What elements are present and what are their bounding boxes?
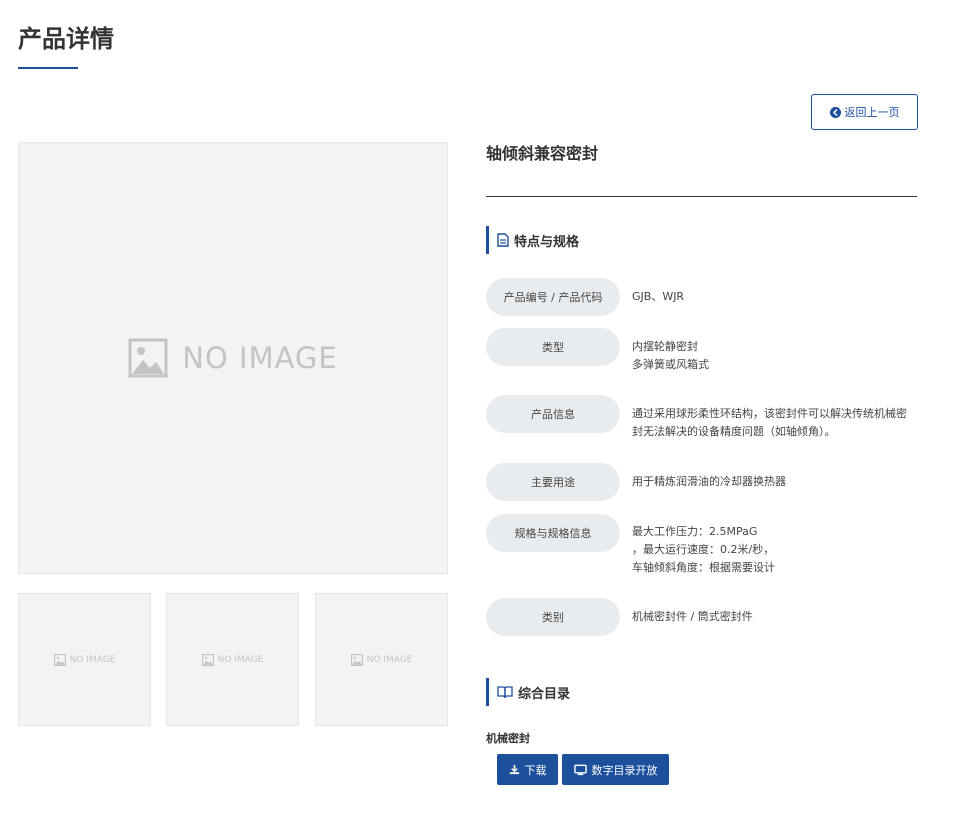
thumb-placeholder: NO IMAGE (201, 653, 264, 666)
no-image-placeholder: NO IMAGE (128, 338, 337, 378)
image-placeholder-icon (201, 653, 214, 666)
open-digital-catalog-button[interactable]: 数字目录开放 (562, 754, 669, 785)
download-button[interactable]: 下载 (497, 754, 558, 785)
no-image-text: NO IMAGE (217, 654, 264, 665)
catalog-category-label: 机械密封 (486, 732, 530, 745)
spec-label-spec: 规格与规格信息 (486, 514, 620, 552)
spec-label-category: 类别 (486, 598, 620, 636)
digital-catalog-button-label: 数字目录开放 (591, 763, 658, 777)
thumb-placeholder: NO IMAGE (53, 653, 116, 666)
image-placeholder-icon (350, 653, 363, 666)
thumbnail-3[interactable]: NO IMAGE (315, 593, 448, 726)
image-placeholder-icon (53, 653, 66, 666)
specs-heading-text: 特点与规格 (514, 234, 580, 250)
spec-value-line: 通过采用球形柔性环结构，该密封件可以解决传统机械密 (632, 407, 907, 420)
thumbnail-1[interactable]: NO IMAGE (18, 593, 151, 726)
catalog-heading-text: 综合目录 (518, 686, 571, 702)
page-title: 产品详情 (18, 25, 114, 53)
main-product-image: NO IMAGE (18, 142, 448, 574)
spec-value-line: ，最大运行速度：0.2米/秒， (632, 543, 775, 556)
spec-value-type: 内摆轮静密封 多弹簧或风箱式 (632, 338, 917, 374)
download-button-label: 下载 (524, 763, 547, 777)
spec-value-info: 通过采用球形柔性环结构，该密封件可以解决传统机械密 封无法解决的设备精度问题（如… (632, 405, 917, 441)
spec-label-usage: 主要用途 (486, 463, 620, 501)
document-icon (497, 233, 509, 247)
spec-value-line: 车轴倾斜角度：根据需要设计 (632, 561, 775, 574)
monitor-icon (573, 764, 587, 776)
thumbnail-2[interactable]: NO IMAGE (166, 593, 299, 726)
spec-value-code: GJB、WJR (632, 288, 917, 306)
product-name: 轴倾斜兼容密封 (486, 144, 599, 163)
spec-value-line: 封无法解决的设备精度问题（如轴倾角）。 (632, 425, 836, 438)
divider (486, 196, 917, 197)
spec-value-line: 最大工作压力：2.5MPaG (632, 525, 758, 538)
back-button[interactable]: 返回上一页 (811, 94, 918, 130)
book-icon (497, 685, 513, 699)
spec-value-line: 机械密封件 / 筒式密封件 (632, 610, 753, 623)
arrow-left-circle-icon (829, 106, 841, 118)
spec-label-code: 产品编号 / 产品代码 (486, 278, 620, 316)
spec-value-line: 用于精炼润滑油的冷却器换热器 (632, 475, 786, 488)
download-icon (509, 764, 520, 775)
spec-value-usage: 用于精炼润滑油的冷却器换热器 (632, 473, 917, 491)
spec-value-line: GJB、WJR (632, 290, 685, 303)
back-button-label: 返回上一页 (844, 106, 900, 119)
title-underline (18, 67, 78, 69)
no-image-text: NO IMAGE (182, 341, 338, 375)
catalog-heading: 综合目录 (486, 678, 570, 706)
thumb-placeholder: NO IMAGE (350, 653, 413, 666)
no-image-text: NO IMAGE (366, 654, 413, 665)
spec-value-line: 多弹簧或风箱式 (632, 358, 709, 371)
spec-value-line: 内摆轮静密封 (632, 340, 698, 353)
image-placeholder-icon (128, 338, 168, 378)
spec-label-type: 类型 (486, 328, 620, 366)
spec-value-spec: 最大工作压力：2.5MPaG ，最大运行速度：0.2米/秒， 车轴倾斜角度：根据… (632, 523, 917, 577)
no-image-text: NO IMAGE (69, 654, 116, 665)
spec-value-category: 机械密封件 / 筒式密封件 (632, 608, 917, 626)
spec-label-info: 产品信息 (486, 395, 620, 433)
specs-heading: 特点与规格 (486, 226, 579, 254)
